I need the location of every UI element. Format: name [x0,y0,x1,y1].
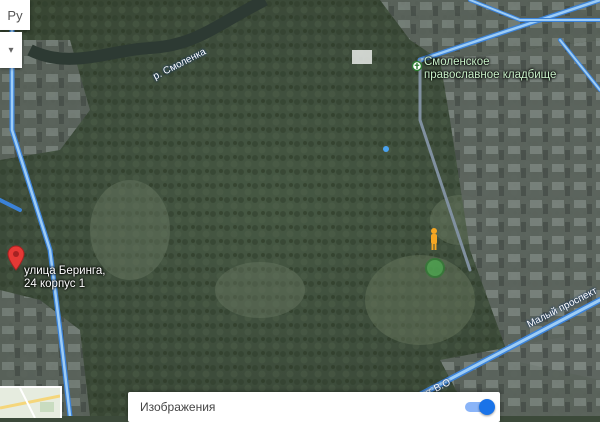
language-button[interactable]: Ру [0,0,30,30]
minimap-graphic [0,388,60,418]
address-line2: 24 корпус 1 [24,278,86,290]
white-building [352,50,372,64]
minimap-thumbnail[interactable] [0,386,62,418]
cemetery-label-line2: православное кладбище [424,69,557,81]
location-dot [383,146,389,152]
imagery-toggle-knob [479,399,495,415]
address-label: улица Беринга, 24 корпус 1 [24,265,105,291]
imagery-label: Изображения [140,400,216,414]
cemetery-label-line1: Смоленское [424,56,490,68]
streetview-target-circle[interactable] [425,258,445,278]
cemetery-label: Смоленское православное кладбище [424,56,556,82]
imagery-layer-panel: Изображения [128,392,500,422]
language-button-label: Ру [7,7,23,23]
cemetery-place-icon[interactable] [411,60,423,72]
imagery-toggle[interactable] [465,399,495,415]
clearing [365,255,475,345]
menu-dropdown-button[interactable]: ▾ [0,32,22,68]
address-line1: улица Беринга, [24,265,106,277]
clearing [215,262,305,318]
dropdown-arrow-icon: ▾ [8,44,14,56]
